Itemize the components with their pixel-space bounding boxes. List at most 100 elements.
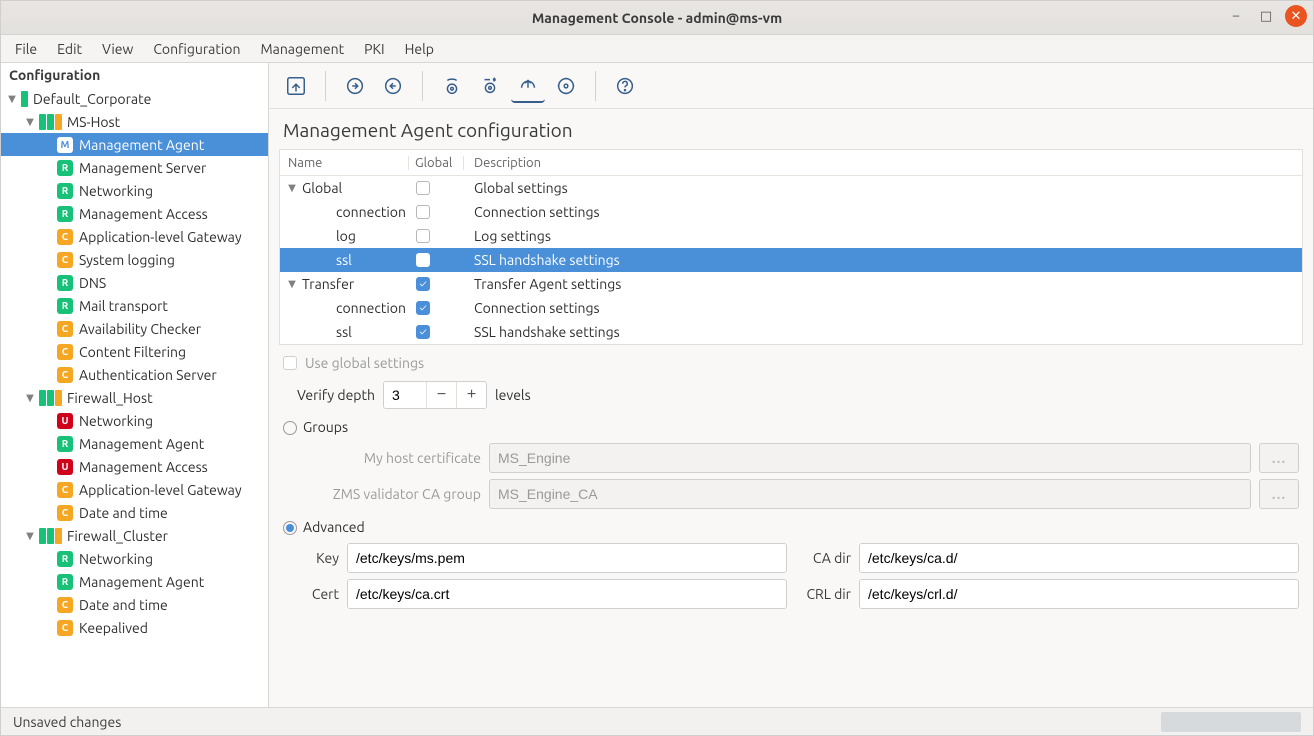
tree-item-label: MS-Host — [67, 114, 120, 130]
toolbar-commit-icon[interactable] — [338, 69, 372, 103]
cfg-row-name: log — [336, 228, 356, 244]
toolbar-view-config-icon[interactable] — [435, 69, 469, 103]
menu-view[interactable]: View — [92, 35, 143, 62]
groups-radio[interactable] — [283, 421, 297, 435]
component-badge: C — [57, 367, 73, 383]
sidebar: Configuration ▼Default_Corporate▼MS-Host… — [1, 63, 269, 707]
close-button[interactable]: ✕ — [1285, 5, 1307, 27]
minimize-button[interactable]: – — [1225, 5, 1247, 27]
toolbar-upload-icon[interactable] — [511, 69, 545, 103]
tree-item-dns[interactable]: RDNS — [1, 271, 268, 294]
component-badge: R — [57, 160, 73, 176]
groups-section[interactable]: Groups — [283, 419, 1299, 435]
menubar: FileEditViewConfigurationManagementPKIHe… — [1, 35, 1313, 63]
tree-item-default-corporate[interactable]: ▼Default_Corporate — [1, 87, 268, 110]
tree-item-firewall-cluster[interactable]: ▼Firewall_Cluster — [1, 524, 268, 547]
tree-item-management-agent[interactable]: RManagement Agent — [1, 432, 268, 455]
config-table-body: ▼GlobalGlobal settingsconnectionConnecti… — [280, 176, 1302, 344]
key-input[interactable] — [347, 543, 787, 573]
toolbar-revert-icon[interactable] — [376, 69, 410, 103]
global-checkbox[interactable] — [416, 277, 430, 291]
cfg-row-log[interactable]: log Log settings — [280, 224, 1302, 248]
tree-item-firewall-host[interactable]: ▼Firewall_Host — [1, 386, 268, 409]
use-global-settings-row: Use global settings — [283, 355, 1299, 371]
tree-item-application-level-gateway[interactable]: CApplication-level Gateway — [1, 478, 268, 501]
cfg-row-connection[interactable]: connectionConnection settings — [280, 200, 1302, 224]
expander-icon[interactable]: ▼ — [286, 182, 298, 194]
component-badge: C — [57, 229, 73, 245]
tree-item-management-server[interactable]: R Management Server — [1, 156, 268, 179]
tree-item-application-level-gateway[interactable]: CApplication-level Gateway — [1, 225, 268, 248]
col-header-global[interactable]: Global — [408, 156, 464, 170]
verify-depth-increment[interactable]: + — [456, 382, 486, 408]
component-badge: R — [57, 298, 73, 314]
tree-item-label: Date and time — [79, 597, 168, 613]
tree-item-management-access[interactable]: UManagement Access — [1, 455, 268, 478]
verify-depth-input[interactable] — [384, 382, 426, 408]
tree-item-networking[interactable]: RNetworking — [1, 547, 268, 570]
cfg-row-desc: Log settings — [464, 228, 1302, 244]
global-checkbox[interactable] — [416, 301, 430, 315]
tree-item-management-agent[interactable]: RManagement Agent — [1, 570, 268, 593]
cert-input[interactable] — [347, 579, 787, 609]
tree-item-keepalived[interactable]: CKeepalived — [1, 616, 268, 639]
tree-item-ms-host[interactable]: ▼ MS-Host — [1, 110, 268, 133]
tree-item-networking[interactable]: UNetworking — [1, 409, 268, 432]
col-header-name[interactable]: Name — [280, 156, 408, 170]
tree-item-networking[interactable]: RNetworking — [1, 179, 268, 202]
status-pill — [47, 528, 54, 544]
tree-item-date-and-time[interactable]: CDate and time — [1, 501, 268, 524]
toolbar-gear-control-icon[interactable] — [549, 69, 583, 103]
maximize-button[interactable]: □ — [1255, 5, 1277, 27]
tree-item-label: Networking — [79, 183, 153, 199]
cfg-row-desc: Transfer Agent settings — [464, 276, 1302, 292]
expander-icon[interactable]: ▼ — [23, 530, 37, 542]
cfg-row-global[interactable]: ▼GlobalGlobal settings — [280, 176, 1302, 200]
tree-item-label: Management Server — [79, 160, 206, 176]
content-pane: Management Agent configuration Name Glob… — [269, 63, 1313, 707]
global-checkbox[interactable] — [416, 181, 430, 195]
menu-edit[interactable]: Edit — [47, 35, 92, 62]
window-title: Management Console - admin@ms-vm — [1, 10, 1313, 26]
tree-item-date-and-time[interactable]: CDate and time — [1, 593, 268, 616]
menu-management[interactable]: Management — [250, 35, 354, 62]
ca-dir-input[interactable] — [859, 543, 1299, 573]
col-header-desc[interactable]: Description — [464, 156, 1302, 170]
expander-icon[interactable]: ▼ — [5, 93, 19, 105]
tree-item-availability-checker[interactable]: CAvailability Checker — [1, 317, 268, 340]
tree-item-mail-transport[interactable]: RMail transport — [1, 294, 268, 317]
cfg-row-transfer[interactable]: ▼TransferTransfer Agent settings — [280, 272, 1302, 296]
advanced-section[interactable]: Advanced — [283, 519, 1299, 535]
toolbar-up-icon[interactable] — [279, 69, 313, 103]
global-checkbox[interactable] — [416, 253, 430, 267]
toolbar-help-icon[interactable] — [608, 69, 642, 103]
tree-item-authentication-server[interactable]: CAuthentication Server — [1, 363, 268, 386]
tree-item-management-agent[interactable]: MManagement Agent — [1, 133, 268, 156]
crl-dir-input[interactable] — [859, 579, 1299, 609]
config-tree: ▼Default_Corporate▼MS-HostMManagement Ag… — [1, 85, 268, 707]
status-pill — [39, 390, 46, 406]
advanced-radio[interactable] — [283, 521, 297, 535]
cfg-row-ssl[interactable]: sslSSL handshake settings — [280, 248, 1302, 272]
menu-file[interactable]: File — [5, 35, 47, 62]
menu-configuration[interactable]: Configuration — [143, 35, 250, 62]
global-checkbox[interactable] — [416, 205, 430, 219]
expander-icon[interactable]: ▼ — [23, 392, 37, 404]
tree-item-management-access[interactable]: RManagement Access — [1, 202, 268, 225]
cfg-row-ssl[interactable]: sslSSL handshake settings — [280, 320, 1302, 344]
cfg-row-connection[interactable]: connectionConnection settings — [280, 296, 1302, 320]
tree-item-system-logging[interactable]: CSystem logging — [1, 248, 268, 271]
verify-depth-decrement[interactable]: − — [426, 382, 456, 408]
expander-icon[interactable]: ▼ — [286, 278, 298, 290]
toolbar-gear-swap-icon[interactable] — [473, 69, 507, 103]
expander-icon[interactable]: ▼ — [23, 116, 37, 128]
component-badge: M — [57, 137, 73, 153]
global-checkbox[interactable] — [416, 229, 430, 243]
tree-item-content-filtering[interactable]: CContent Filtering — [1, 340, 268, 363]
menu-help[interactable]: Help — [395, 35, 444, 62]
ca-dir-label: CA dir — [795, 550, 851, 566]
groups-fields: My host certificate … ZMS validator CA g… — [311, 443, 1299, 509]
my-host-cert-browse: … — [1259, 443, 1299, 473]
menu-pki[interactable]: PKI — [354, 35, 394, 62]
global-checkbox[interactable] — [416, 325, 430, 339]
